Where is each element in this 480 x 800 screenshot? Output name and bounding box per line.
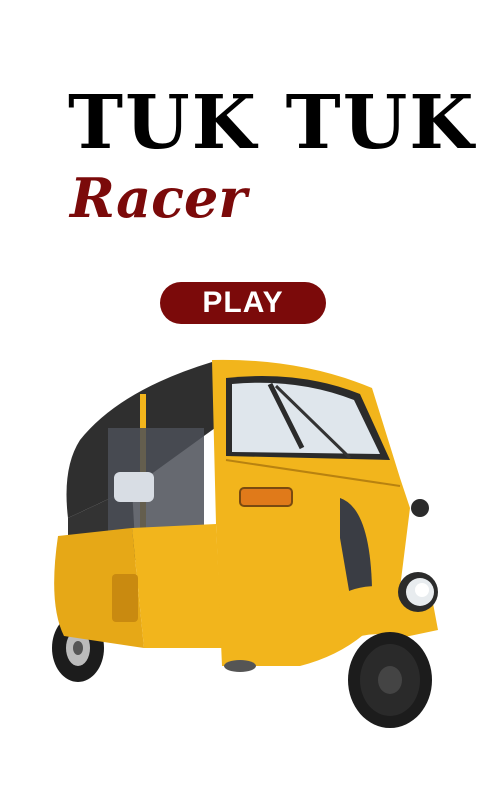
front-wheel — [348, 632, 432, 728]
tuk-tuk-illustration — [52, 359, 438, 728]
headlamp — [398, 572, 438, 612]
game-subtitle: Racer — [70, 166, 247, 230]
play-button[interactable]: PLAY — [160, 282, 326, 324]
indicator-light — [239, 487, 293, 507]
game-title: TUK TUK — [68, 80, 476, 166]
